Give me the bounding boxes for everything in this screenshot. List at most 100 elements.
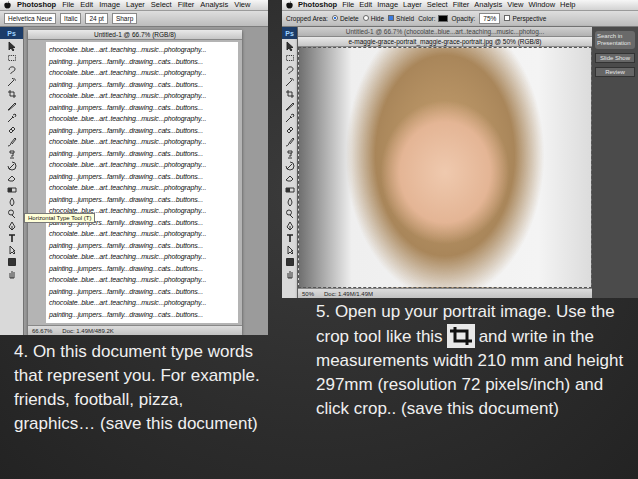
blur-tool-icon[interactable] — [285, 197, 295, 207]
hand-tool-icon[interactable] — [285, 269, 295, 279]
crop-tool-icon[interactable] — [7, 89, 17, 99]
side-button[interactable]: Slide Show — [595, 53, 635, 63]
checkbox[interactable] — [388, 15, 394, 21]
radio-option[interactable]: Hide — [363, 15, 384, 22]
gradient-tool-icon[interactable] — [7, 185, 17, 195]
option-field[interactable]: 75% — [479, 13, 500, 24]
dodge-tool-icon[interactable] — [7, 209, 17, 219]
typed-line: painting...jumpers...family...drawing...… — [49, 79, 235, 91]
history-brush-tool-icon[interactable] — [7, 161, 17, 171]
document-title[interactable]: Untitled-1 @ 66.7% (chocolate..blue...ar… — [298, 27, 592, 37]
option-field[interactable]: Sharp — [112, 13, 137, 24]
gradient-tool-icon[interactable] — [285, 185, 295, 195]
checkbox[interactable] — [504, 15, 510, 21]
lasso-tool-icon[interactable] — [285, 65, 295, 75]
eyedropper-tool-icon[interactable] — [7, 113, 17, 123]
canvas-area: chocolate..blue...art..teaching...music.… — [28, 40, 242, 325]
side-button[interactable]: Review — [595, 67, 635, 77]
menu-bar: Photoshop File Edit Image Layer Select Filter A… — [282, 0, 638, 11]
apple-logo-icon[interactable] — [286, 1, 293, 9]
menu-item[interactable]: Window — [528, 1, 555, 9]
pen-tool-icon[interactable] — [7, 221, 17, 231]
marquee-tool-icon[interactable] — [285, 53, 295, 63]
radio-button[interactable] — [332, 15, 338, 21]
path-selection-tool-icon[interactable] — [285, 245, 295, 255]
checkbox-option[interactable]: Shield — [388, 15, 414, 22]
zoom-level[interactable]: 66.67% — [32, 328, 52, 334]
menu-item[interactable]: Photoshop — [298, 1, 337, 9]
document-title[interactable]: e-maggie-grace-portrait_maggie-grace-por… — [298, 37, 592, 47]
menu-item[interactable]: View — [507, 1, 523, 9]
color-swatch[interactable] — [438, 15, 448, 22]
search-field[interactable]: Search in Presentation — [595, 31, 635, 49]
menu-item[interactable]: Analysis — [474, 1, 502, 9]
eyedropper-tool-icon[interactable] — [285, 113, 295, 123]
menu-item[interactable]: Select — [427, 1, 448, 9]
apple-logo-icon[interactable] — [4, 1, 11, 9]
menu-item[interactable]: Photoshop — [17, 1, 56, 9]
portrait-photo — [298, 47, 592, 288]
left-caption: 4. On this document type words that repr… — [0, 340, 268, 436]
wand-tool-icon[interactable] — [7, 77, 17, 87]
shape-tool-icon[interactable] — [7, 257, 17, 267]
pen-tool-icon[interactable] — [285, 221, 295, 231]
brush-tool-icon[interactable] — [7, 137, 17, 147]
menu-item[interactable]: File — [342, 1, 354, 9]
tools-panel: Ps — [0, 27, 24, 335]
menu-item[interactable]: Layer — [126, 1, 145, 9]
menu-item[interactable]: File — [62, 1, 74, 9]
move-tool-icon[interactable] — [7, 41, 17, 51]
document-area: Untitled-1 @ 66.7% (chocolate..blue...ar… — [298, 27, 638, 298]
menu-item[interactable]: Image — [377, 1, 398, 9]
menu-item[interactable]: Filter — [178, 1, 195, 9]
options-bar: Cropped Area:DeleteHideShieldColor:Opaci… — [282, 11, 638, 27]
stamp-tool-icon[interactable] — [285, 149, 295, 159]
path-selection-tool-icon[interactable] — [7, 245, 17, 255]
history-brush-tool-icon[interactable] — [285, 161, 295, 171]
menu-item[interactable]: Filter — [453, 1, 470, 9]
stamp-tool-icon[interactable] — [7, 149, 17, 159]
crop-tool-icon[interactable] — [285, 89, 295, 99]
marquee-tool-icon[interactable] — [7, 53, 17, 63]
menu-item[interactable]: Edit — [359, 1, 372, 9]
slice-tool-icon[interactable] — [285, 101, 295, 111]
healing-tool-icon[interactable] — [7, 125, 17, 135]
option-field[interactable]: Italic — [60, 13, 81, 24]
option-field[interactable]: Helvetica Neue — [4, 13, 56, 24]
option-field[interactable]: 24 pt — [85, 13, 107, 24]
wand-tool-icon[interactable] — [285, 77, 295, 87]
shape-tool-icon[interactable] — [285, 257, 295, 267]
healing-tool-icon[interactable] — [285, 125, 295, 135]
lasso-tool-icon[interactable] — [7, 65, 17, 75]
document-title[interactable]: Untitled-1 @ 66.7% (RGB/8) — [28, 30, 242, 40]
document-area: Untitled-1 @ 66.7% (RGB/8) chocolate..blu… — [24, 27, 268, 335]
slice-tool-icon[interactable] — [7, 101, 17, 111]
menu-item[interactable]: Select — [151, 1, 172, 9]
menu-item[interactable]: View — [234, 1, 250, 9]
hand-tool-icon[interactable] — [7, 269, 17, 279]
workspace-body: PsUntitled-1 @ 66.7% (chocolate..blue...… — [282, 27, 638, 298]
color-option[interactable]: Color: — [418, 15, 447, 22]
menu-item[interactable]: Analysis — [200, 1, 228, 9]
blur-tool-icon[interactable] — [7, 197, 17, 207]
status-bar: 66.67%Doc: 1.49M/489.2K — [28, 325, 242, 335]
dodge-tool-icon[interactable] — [285, 209, 295, 219]
eraser-tool-icon[interactable] — [285, 173, 295, 183]
radio-button[interactable] — [363, 15, 369, 21]
menu-item[interactable]: Help — [560, 1, 575, 9]
type-tool-icon[interactable] — [285, 233, 295, 243]
move-tool-icon[interactable] — [285, 41, 295, 51]
menu-item[interactable]: Image — [99, 1, 120, 9]
menu-item[interactable]: Edit — [80, 1, 93, 9]
document-page: chocolate..blue...art..teaching...music.… — [46, 42, 238, 323]
menu-item[interactable]: Layer — [403, 1, 422, 9]
checkbox-option[interactable]: Perspective — [504, 15, 546, 22]
type-tool-icon[interactable] — [7, 233, 17, 243]
brush-tool-icon[interactable] — [285, 137, 295, 147]
eraser-tool-icon[interactable] — [7, 173, 17, 183]
typed-line: painting...jumpers...family...drawing...… — [49, 148, 235, 160]
zoom-level[interactable]: 50% — [302, 291, 314, 297]
document-info: Doc: 1.49M/1.49M — [324, 291, 373, 297]
radio-option[interactable]: Delete — [332, 15, 359, 22]
menu-bar: Photoshop File Edit Image Layer Select Filter A… — [0, 0, 268, 11]
